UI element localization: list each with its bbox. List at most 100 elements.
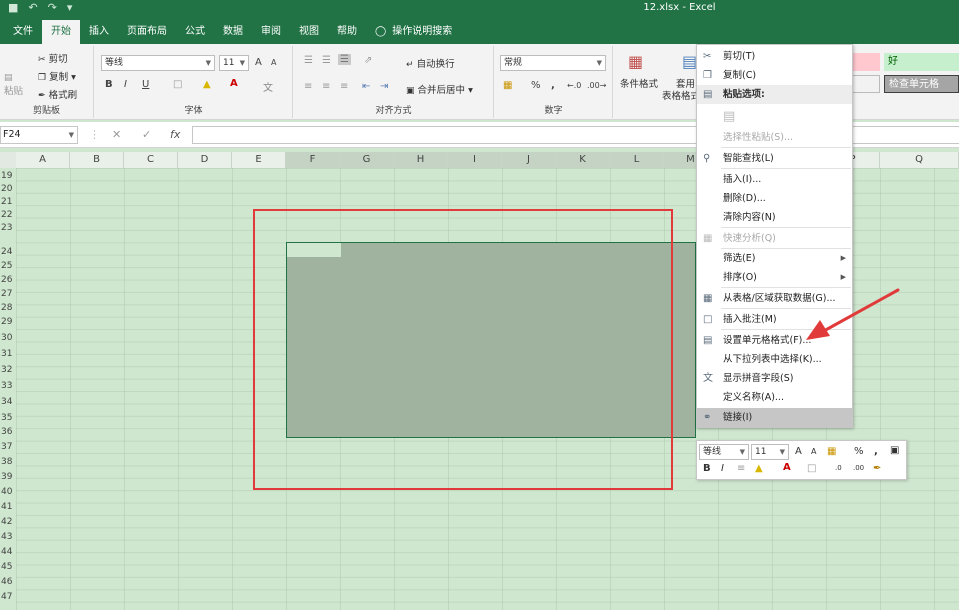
tab-page-layout[interactable]: 页面布局 bbox=[118, 20, 176, 44]
row-header[interactable]: 34 bbox=[0, 396, 16, 408]
row-header[interactable]: 39 bbox=[0, 471, 16, 483]
row-header[interactable]: 26 bbox=[0, 274, 16, 286]
tab-help[interactable]: 帮助 bbox=[328, 20, 366, 44]
column-header[interactable]: L bbox=[610, 152, 664, 168]
menu-item-smart-lookup[interactable]: ⚲ 智能查找(L) bbox=[697, 149, 852, 168]
wrap-text-button[interactable]: ↵ 自动换行 bbox=[406, 56, 455, 70]
row-header[interactable]: 44 bbox=[0, 546, 16, 558]
grow-font-icon[interactable]: A bbox=[255, 57, 262, 68]
brush-icon[interactable]: ✒ bbox=[873, 463, 881, 474]
tell-me-search[interactable]: ◯ 操作说明搜索 bbox=[366, 20, 461, 44]
column-header[interactable]: G bbox=[340, 152, 394, 168]
paste-button[interactable]: ▤ 粘贴 bbox=[4, 72, 23, 97]
row-header[interactable]: 45 bbox=[0, 561, 16, 573]
menu-item-filter[interactable]: 筛选(E) ▶ bbox=[697, 249, 852, 268]
tab-review[interactable]: 审阅 bbox=[252, 20, 290, 44]
row-header[interactable]: 29 bbox=[0, 316, 16, 328]
merge-icon[interactable]: ▣ bbox=[890, 445, 899, 456]
currency-icon[interactable]: ▦ bbox=[827, 446, 836, 457]
row-header[interactable]: 35 bbox=[0, 412, 16, 424]
style-neutral-swatch[interactable] bbox=[852, 75, 880, 93]
row-header[interactable]: 36 bbox=[0, 426, 16, 438]
align-center-icon[interactable]: ≡ bbox=[737, 463, 745, 474]
comma-button[interactable]: , bbox=[551, 80, 555, 91]
column-header[interactable]: H bbox=[394, 152, 448, 168]
font-color-icon[interactable]: A bbox=[230, 78, 238, 89]
tab-view[interactable]: 视图 bbox=[290, 20, 328, 44]
grow-font-icon[interactable]: A bbox=[795, 446, 802, 457]
row-header[interactable]: 46 bbox=[0, 576, 16, 588]
row-header[interactable]: 28 bbox=[0, 302, 16, 314]
currency-icon[interactable]: ▦ bbox=[503, 80, 512, 91]
decrease-decimal-icon[interactable]: .00→ bbox=[587, 81, 606, 90]
row-header[interactable]: 41 bbox=[0, 501, 16, 513]
style-bad-swatch[interactable] bbox=[852, 53, 880, 71]
format-as-table-label-2[interactable]: 表格格式 bbox=[662, 88, 700, 102]
row-header[interactable]: 27 bbox=[0, 288, 16, 300]
row-header[interactable]: 40 bbox=[0, 486, 16, 498]
row-header[interactable]: 22 bbox=[0, 209, 16, 221]
menu-item-sort[interactable]: 排序(O) ▶ bbox=[697, 268, 852, 287]
menu-item-define-name[interactable]: 定义名称(A)... bbox=[697, 388, 852, 407]
phonetic-icon[interactable]: 文 bbox=[263, 79, 273, 94]
tab-insert[interactable]: 插入 bbox=[80, 20, 118, 44]
cancel-icon[interactable]: ✕ bbox=[112, 128, 121, 141]
tab-file[interactable]: 文件 bbox=[4, 20, 42, 44]
align-bottom-icon[interactable]: ☰ bbox=[338, 54, 351, 65]
row-header[interactable]: 37 bbox=[0, 441, 16, 453]
row-header[interactable]: 30 bbox=[0, 332, 16, 344]
row-header[interactable]: 33 bbox=[0, 380, 16, 392]
menu-item-insert[interactable]: 插入(I)... bbox=[697, 170, 852, 189]
border-icon[interactable]: □ bbox=[173, 79, 182, 90]
column-header[interactable]: Q bbox=[880, 152, 959, 168]
decrease-decimal-icon[interactable]: .00 bbox=[853, 464, 864, 472]
cut-button[interactable]: ✂ 剪切 bbox=[38, 51, 68, 65]
mini-bold-button[interactable]: B bbox=[703, 463, 711, 474]
enter-icon[interactable]: ✓ bbox=[142, 128, 151, 141]
row-header[interactable]: 31 bbox=[0, 348, 16, 360]
copy-button[interactable]: ❐ 复制 ▾ bbox=[38, 69, 76, 83]
column-header[interactable]: E bbox=[232, 152, 286, 168]
menu-item-phonetic[interactable]: 文显示拼音字段(S) bbox=[697, 369, 852, 388]
column-header[interactable]: K bbox=[556, 152, 610, 168]
shrink-font-icon[interactable]: A bbox=[271, 58, 276, 67]
italic-button[interactable]: I bbox=[124, 79, 127, 90]
menu-item-delete[interactable]: 删除(D)... bbox=[697, 189, 852, 208]
column-header[interactable]: J bbox=[502, 152, 556, 168]
align-left-icon[interactable]: ≡ bbox=[304, 81, 312, 92]
row-header[interactable]: 23 bbox=[0, 222, 16, 234]
menu-item-quick-analysis[interactable]: ▦ 快速分析(Q) bbox=[697, 229, 852, 248]
decrease-indent-icon[interactable]: ⇤ bbox=[362, 81, 370, 92]
row-header[interactable]: 25 bbox=[0, 260, 16, 272]
shrink-font-icon[interactable]: A bbox=[811, 447, 816, 456]
column-header[interactable]: D bbox=[178, 152, 232, 168]
style-check-cell[interactable]: 检查单元格 bbox=[884, 75, 959, 93]
merge-center-button[interactable]: ▣ 合并后居中 ▾ bbox=[406, 82, 473, 96]
font-color-icon[interactable]: A bbox=[783, 462, 791, 473]
align-center-icon[interactable]: ≡ bbox=[322, 81, 330, 92]
increase-decimal-icon[interactable]: .0 bbox=[835, 464, 842, 472]
menu-paste-option-button[interactable]: ▤ bbox=[697, 107, 852, 127]
table-format-icon[interactable]: ▤ bbox=[682, 52, 697, 71]
column-header[interactable]: C bbox=[124, 152, 178, 168]
name-box[interactable]: F24 ▼ bbox=[0, 126, 78, 144]
column-header[interactable]: F bbox=[286, 152, 340, 168]
tab-home[interactable]: 开始 bbox=[42, 20, 80, 44]
column-header[interactable]: B bbox=[70, 152, 124, 168]
mini-comma-button[interactable]: , bbox=[874, 446, 878, 457]
row-header[interactable]: 47 bbox=[0, 591, 16, 603]
border-icon[interactable]: □ bbox=[807, 463, 816, 474]
font-size-combo[interactable]: 11 ▼ bbox=[219, 55, 249, 71]
row-header[interactable]: 20 bbox=[0, 183, 16, 195]
bold-button[interactable]: B bbox=[105, 79, 113, 90]
orientation-icon[interactable]: ⇗ bbox=[364, 55, 372, 66]
increase-indent-icon[interactable]: ⇥ bbox=[380, 81, 388, 92]
font-name-combo[interactable]: 等线 ▼ bbox=[101, 55, 215, 71]
menu-item-cut[interactable]: ✂ 剪切(T) bbox=[697, 47, 852, 66]
mini-percent-button[interactable]: % bbox=[854, 446, 864, 457]
insert-function-icon[interactable]: fx bbox=[170, 128, 180, 141]
fill-color-icon[interactable]: ▲ bbox=[755, 463, 763, 474]
fill-color-icon[interactable]: ▲ bbox=[203, 79, 211, 90]
column-header[interactable]: I bbox=[448, 152, 502, 168]
mini-italic-button[interactable]: I bbox=[721, 463, 724, 474]
